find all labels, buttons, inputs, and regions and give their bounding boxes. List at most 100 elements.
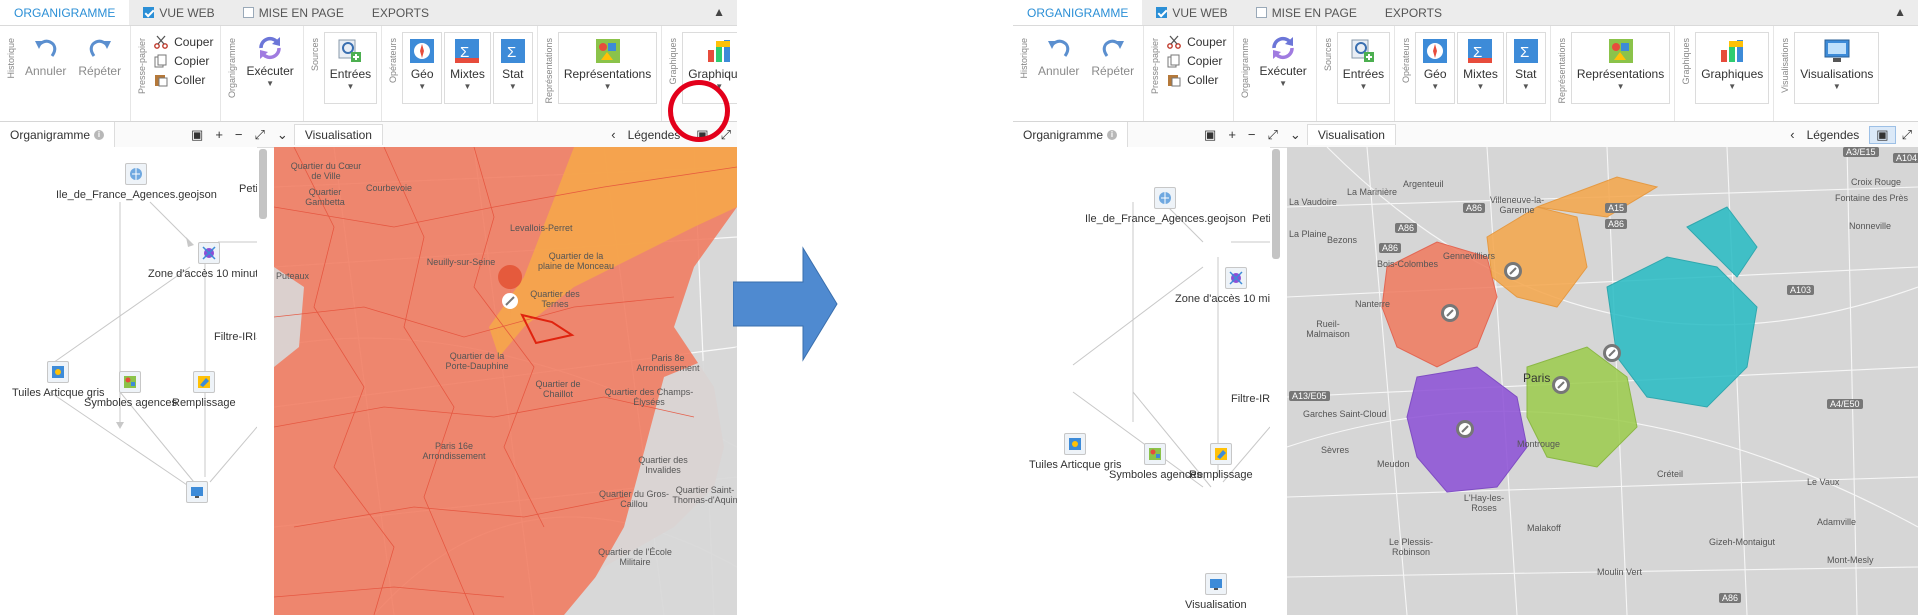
node-filtre-iris[interactable]: Filtre-IRIS bbox=[214, 331, 257, 343]
mixtes-button[interactable]: Σ Mixtes ▼ bbox=[1457, 32, 1504, 104]
scissors-icon bbox=[154, 35, 168, 49]
representations-button[interactable]: Représentations ▼ bbox=[1570, 32, 1671, 104]
tab-organigramme[interactable]: ORGANIGRAMME bbox=[1013, 0, 1143, 25]
node-label: Remplissage bbox=[172, 397, 236, 409]
chevron-left-icon[interactable]: ‹ bbox=[605, 127, 621, 142]
node-visualisation[interactable] bbox=[186, 481, 208, 507]
tab-vue-web[interactable]: VUE WEB bbox=[1142, 0, 1241, 25]
tab-mise-en-page[interactable]: MISE EN PAGE bbox=[1242, 0, 1371, 25]
fit-icon[interactable]: ▣ bbox=[185, 127, 209, 143]
visualisations-button[interactable]: Visualisations ▼ bbox=[1794, 32, 1880, 104]
redo-button[interactable]: Répéter bbox=[1086, 32, 1139, 80]
checkbox-icon[interactable] bbox=[1255, 7, 1267, 18]
expand-icon[interactable]: ⤢ bbox=[1262, 127, 1284, 143]
copy-button[interactable]: Copier bbox=[1164, 53, 1229, 69]
node-tuiles[interactable]: Tuiles Articque gris bbox=[1029, 433, 1122, 471]
map-marker-icon[interactable] bbox=[1456, 420, 1474, 438]
paste-button[interactable]: Coller bbox=[1164, 72, 1229, 88]
map-label: Quartier des Invalides bbox=[638, 455, 688, 475]
tab-vue-web[interactable]: VUE WEB bbox=[129, 0, 228, 25]
map-view-right[interactable]: La Marinière Argenteuil Villeneuve-la-Ga… bbox=[1287, 147, 1918, 615]
geo-button[interactable]: Géo ▼ bbox=[402, 32, 443, 104]
info-icon[interactable]: i bbox=[94, 129, 105, 140]
chevron-down-icon[interactable]: ⌄ bbox=[1284, 127, 1307, 143]
checkbox-icon[interactable] bbox=[143, 7, 155, 18]
geo-button[interactable]: Géo ▼ bbox=[1415, 32, 1456, 104]
cut-button[interactable]: Couper bbox=[1164, 34, 1229, 50]
undo-button[interactable]: Annuler bbox=[1033, 32, 1084, 80]
node-zone-acces[interactable]: Zone d'accès 10 minutes bbox=[148, 242, 257, 280]
graphiques-button[interactable]: Graphiques▼ bbox=[1695, 32, 1770, 104]
symbols-icon bbox=[1144, 443, 1167, 465]
representations-button[interactable]: Représentations ▼ bbox=[557, 32, 658, 104]
node-visualisation[interactable]: Visualisation bbox=[1185, 573, 1247, 611]
tab-exports[interactable]: EXPORTS bbox=[1371, 0, 1456, 25]
stat-button[interactable]: Σ Stat ▼ bbox=[492, 32, 533, 104]
sigma-icon: Σ bbox=[1512, 37, 1540, 65]
cut-button[interactable]: Couper bbox=[151, 34, 216, 50]
scrollbar-thumb[interactable] bbox=[1272, 149, 1280, 259]
fullscreen-icon[interactable]: ⤢ bbox=[1896, 127, 1918, 143]
map-representation-icon bbox=[1607, 37, 1635, 65]
node-filtre-iris[interactable]: Filtre-IRIS bbox=[1231, 393, 1270, 405]
button-label: Graphiques bbox=[688, 67, 737, 81]
map-marker-icon[interactable] bbox=[1552, 376, 1570, 394]
checkbox-icon[interactable] bbox=[1156, 7, 1168, 18]
inputs-button[interactable]: Entrées ▼ bbox=[1336, 32, 1391, 104]
fit-icon[interactable]: ▣ bbox=[1198, 127, 1222, 143]
node-symboles[interactable]: Symboles agences bbox=[84, 371, 177, 409]
node-zone-acces[interactable]: Zone d'accès 10 minutes bbox=[1175, 267, 1270, 305]
redo-button[interactable]: Répéter bbox=[73, 32, 126, 80]
zoom-in-icon[interactable]: + bbox=[1222, 127, 1242, 142]
info-icon[interactable]: i bbox=[1107, 129, 1118, 140]
tab-organigramme[interactable]: ORGANIGRAMME bbox=[0, 0, 130, 25]
fit-map-icon[interactable]: ▣ bbox=[1869, 125, 1896, 144]
organigramme-panel-tab[interactable]: Organigramme i bbox=[1013, 122, 1129, 147]
chevron-down-icon: ▼ bbox=[418, 82, 427, 91]
undo-button[interactable]: Annuler bbox=[20, 32, 71, 80]
collapse-ribbon-icon[interactable]: ▲ bbox=[1894, 5, 1906, 19]
chevron-left-icon[interactable]: ‹ bbox=[1784, 127, 1800, 142]
map-marker-icon[interactable] bbox=[1441, 304, 1459, 322]
paste-button[interactable]: Coller bbox=[151, 72, 216, 88]
zoom-out-icon[interactable]: − bbox=[229, 127, 249, 142]
map-marker-icon[interactable] bbox=[1504, 262, 1522, 280]
map-view-left[interactable]: Quartier du Cœur de Ville Quartier Gambe… bbox=[274, 147, 737, 615]
visualisation-panel-tab[interactable]: Visualisation bbox=[293, 124, 383, 145]
map-marker-icon[interactable] bbox=[1603, 344, 1621, 362]
checkbox-icon[interactable] bbox=[242, 7, 254, 18]
node-symboles[interactable]: Symboles agences bbox=[1109, 443, 1202, 481]
legends-button[interactable]: Légendes bbox=[1801, 128, 1870, 142]
stat-button[interactable]: Σ Stat ▼ bbox=[1505, 32, 1546, 104]
node-remplissage[interactable]: Remplissage bbox=[172, 371, 236, 409]
zoom-in-icon[interactable]: + bbox=[209, 127, 229, 142]
group-organigramme: Organigramme Exécuter ▼ bbox=[221, 26, 304, 121]
node-petit[interactable]: Petit bbox=[239, 183, 257, 195]
node-petit[interactable]: Petit bbox=[1252, 213, 1270, 225]
organigramme-panel-tab[interactable]: Organigramme i bbox=[0, 122, 116, 147]
scrollbar-thumb[interactable] bbox=[259, 149, 267, 219]
zoom-out-icon[interactable]: − bbox=[1242, 127, 1262, 142]
map-label: La Vaudoire bbox=[1289, 197, 1337, 207]
execute-button[interactable]: Exécuter ▼ bbox=[1254, 32, 1311, 90]
visualisation-panel-tab[interactable]: Visualisation bbox=[1306, 124, 1396, 145]
tab-mise-en-page[interactable]: MISE EN PAGE bbox=[229, 0, 358, 25]
expand-icon[interactable]: ⤢ bbox=[249, 127, 271, 143]
copy-button[interactable]: Copier bbox=[151, 53, 216, 69]
map-label: Quartier du Cœur de Ville bbox=[290, 161, 362, 181]
copy-icon bbox=[154, 54, 167, 68]
node-geojson[interactable]: Ile_de_France_Agences.geojson bbox=[56, 163, 217, 201]
ribbon-tabs: ORGANIGRAMME VUE WEB MISE EN PAGE EXPORT… bbox=[1013, 0, 1918, 26]
node-geojson[interactable]: Ile_de_France_Agences.geojson bbox=[1085, 187, 1246, 225]
collapse-ribbon-icon[interactable]: ▲ bbox=[713, 5, 725, 19]
button-label: Exécuter bbox=[246, 64, 294, 78]
chevron-down-icon[interactable]: ⌄ bbox=[271, 127, 294, 143]
execute-button[interactable]: Exécuter ▼ bbox=[241, 32, 298, 90]
compass-icon bbox=[408, 37, 436, 65]
map-label: Quartier de Chaillot bbox=[535, 379, 581, 399]
map-label: Meudon bbox=[1377, 459, 1410, 469]
mixtes-button[interactable]: Σ Mixtes ▼ bbox=[444, 32, 491, 104]
inputs-button[interactable]: Entrées ▼ bbox=[323, 32, 378, 104]
node-remplissage[interactable]: Remplissage bbox=[1189, 443, 1253, 481]
tab-exports[interactable]: EXPORTS bbox=[358, 0, 443, 25]
